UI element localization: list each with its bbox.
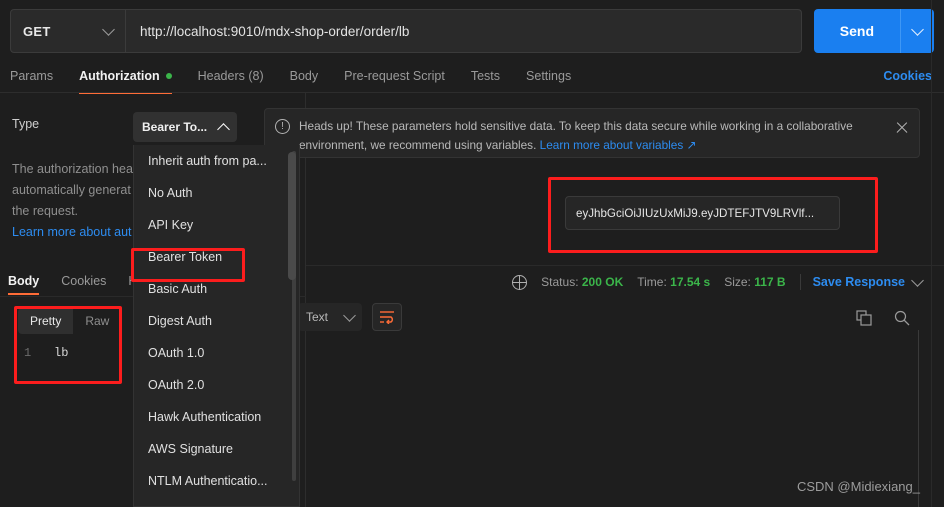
response-format-select[interactable]: Text	[298, 303, 362, 331]
response-top-divider	[306, 265, 944, 266]
bearer-token-value: eyJhbGciOiJIUzUxMiJ9.eyJDTEFJTV9LRVlf...	[576, 206, 815, 220]
request-url-bar: GET http://localhost:9010/mdx-shop-order…	[0, 8, 944, 54]
auth-option-ntlm[interactable]: NTLM Authenticatio...	[134, 465, 299, 497]
status-value: 200 OK	[581, 275, 624, 289]
time-badge: Time: 17.54 s	[637, 275, 710, 289]
send-button-group: Send	[813, 9, 934, 53]
tab-label: Pre-request Script	[344, 69, 445, 83]
response-view-toggle: Pretty Raw	[18, 308, 122, 334]
auth-type-select[interactable]: Bearer To...	[133, 112, 237, 142]
auth-option-hawk[interactable]: Hawk Authentication	[134, 401, 299, 433]
banner-text: Heads up! These parameters hold sensitiv…	[299, 117, 891, 157]
size-label: Size:	[724, 275, 751, 289]
search-icon	[894, 310, 910, 326]
chevron-down-icon	[911, 273, 924, 287]
save-response-label: Save Response	[812, 275, 905, 289]
globe-icon	[512, 274, 528, 290]
modified-dot-icon	[165, 73, 172, 79]
line-number: 1	[24, 346, 32, 360]
response-meta-bar: Status: 200 OK Time: 17.54 s Size: 117 B…	[512, 268, 924, 296]
tab-label: Params	[10, 69, 54, 83]
save-response-button[interactable]: Save Response	[812, 273, 924, 289]
postman-app-window: GET http://localhost:9010/mdx-shop-order…	[0, 0, 944, 507]
panel-scrollbar[interactable]	[288, 152, 296, 280]
auth-type-selected-label: Bearer To...	[142, 120, 208, 134]
auth-option-oauth-1[interactable]: OAuth 1.0	[134, 337, 299, 369]
auth-option-oauth-2[interactable]: OAuth 2.0	[134, 369, 299, 401]
sensitive-data-banner: ! Heads up! These parameters hold sensit…	[264, 108, 920, 158]
tab-label: Cookies	[61, 274, 107, 288]
status-badge: Status: 200 OK	[541, 275, 623, 289]
auth-type-label: Type	[12, 117, 40, 131]
search-response-button[interactable]	[890, 306, 914, 330]
send-options-button[interactable]	[900, 9, 934, 53]
bearer-token-input[interactable]: eyJhbGciOiJIUzUxMiJ9.eyJDTEFJTV9LRVlf...	[565, 196, 840, 230]
chevron-down-icon	[102, 22, 115, 36]
wrap-lines-button[interactable]	[372, 303, 402, 331]
response-body-text: lb	[54, 346, 69, 360]
auth-option-api-key[interactable]: API Key	[134, 209, 299, 241]
close-icon[interactable]	[895, 121, 909, 135]
tab-label: Body	[289, 69, 319, 83]
request-tabs: Params Authorization Headers (8) Body Pr…	[0, 60, 944, 94]
tab-label: Body	[8, 274, 40, 288]
tab-params[interactable]: Params	[10, 60, 53, 92]
chevron-down-icon	[343, 308, 356, 322]
size-value: 117 B	[754, 275, 786, 289]
auth-option-bearer-token[interactable]: Bearer Token	[134, 241, 299, 273]
auth-option-inherit[interactable]: Inherit auth from pa...	[134, 145, 299, 177]
tab-label: Settings	[526, 69, 572, 83]
banner-learn-more-link[interactable]: Learn more about variables ↗	[540, 138, 697, 152]
response-tab-cookies[interactable]: Cookies	[61, 266, 106, 296]
tab-authorization[interactable]: Authorization	[79, 60, 172, 94]
view-mode-raw[interactable]: Raw	[73, 308, 121, 334]
request-url-text: http://localhost:9010/mdx-shop-order/ord…	[140, 23, 410, 39]
tab-tests[interactable]: Tests	[471, 60, 500, 92]
cookies-link[interactable]: Cookies	[883, 69, 932, 83]
auth-option-basic-auth[interactable]: Basic Auth	[134, 273, 299, 305]
meta-separator	[799, 274, 801, 290]
time-label: Time:	[637, 275, 667, 289]
tab-headers[interactable]: Headers (8)	[198, 60, 264, 92]
view-mode-pretty[interactable]: Pretty	[18, 308, 74, 334]
request-url-input[interactable]: http://localhost:9010/mdx-shop-order/ord…	[126, 9, 802, 53]
response-tab-body[interactable]: Body	[8, 266, 40, 296]
response-body-line: 1 lb	[24, 346, 68, 360]
tab-body[interactable]: Body	[290, 60, 319, 92]
tab-label: Authorization	[79, 69, 160, 83]
tab-settings[interactable]: Settings	[526, 60, 571, 92]
tab-label: Headers (8)	[197, 69, 264, 83]
http-method-label: GET	[23, 23, 51, 39]
auth-option-no-auth[interactable]: No Auth	[134, 177, 299, 209]
status-label: Status:	[541, 275, 579, 289]
auth-option-digest-auth[interactable]: Digest Auth	[134, 305, 299, 337]
http-method-select[interactable]: GET	[10, 9, 126, 53]
copy-response-button[interactable]	[852, 306, 876, 330]
alert-circle-icon: !	[275, 119, 290, 134]
right-edge-divider	[931, 0, 932, 507]
time-value: 17.54 s	[670, 275, 711, 289]
send-button[interactable]: Send	[813, 9, 900, 53]
auth-option-aws-signature[interactable]: AWS Signature	[134, 433, 299, 465]
watermark: CSDN @Midiexiang_	[796, 479, 920, 494]
tab-label: Tests	[470, 69, 501, 83]
tab-pre-request-script[interactable]: Pre-request Script	[344, 60, 445, 92]
wrap-lines-icon	[380, 311, 394, 324]
response-format-label: Text	[306, 310, 329, 324]
chevron-up-icon	[217, 122, 230, 136]
chevron-down-icon	[911, 22, 924, 36]
auth-type-dropdown-menu[interactable]: Inherit auth from pa... No Auth API Key …	[133, 145, 300, 507]
size-badge: Size: 117 B	[724, 275, 785, 289]
copy-icon	[856, 310, 872, 326]
